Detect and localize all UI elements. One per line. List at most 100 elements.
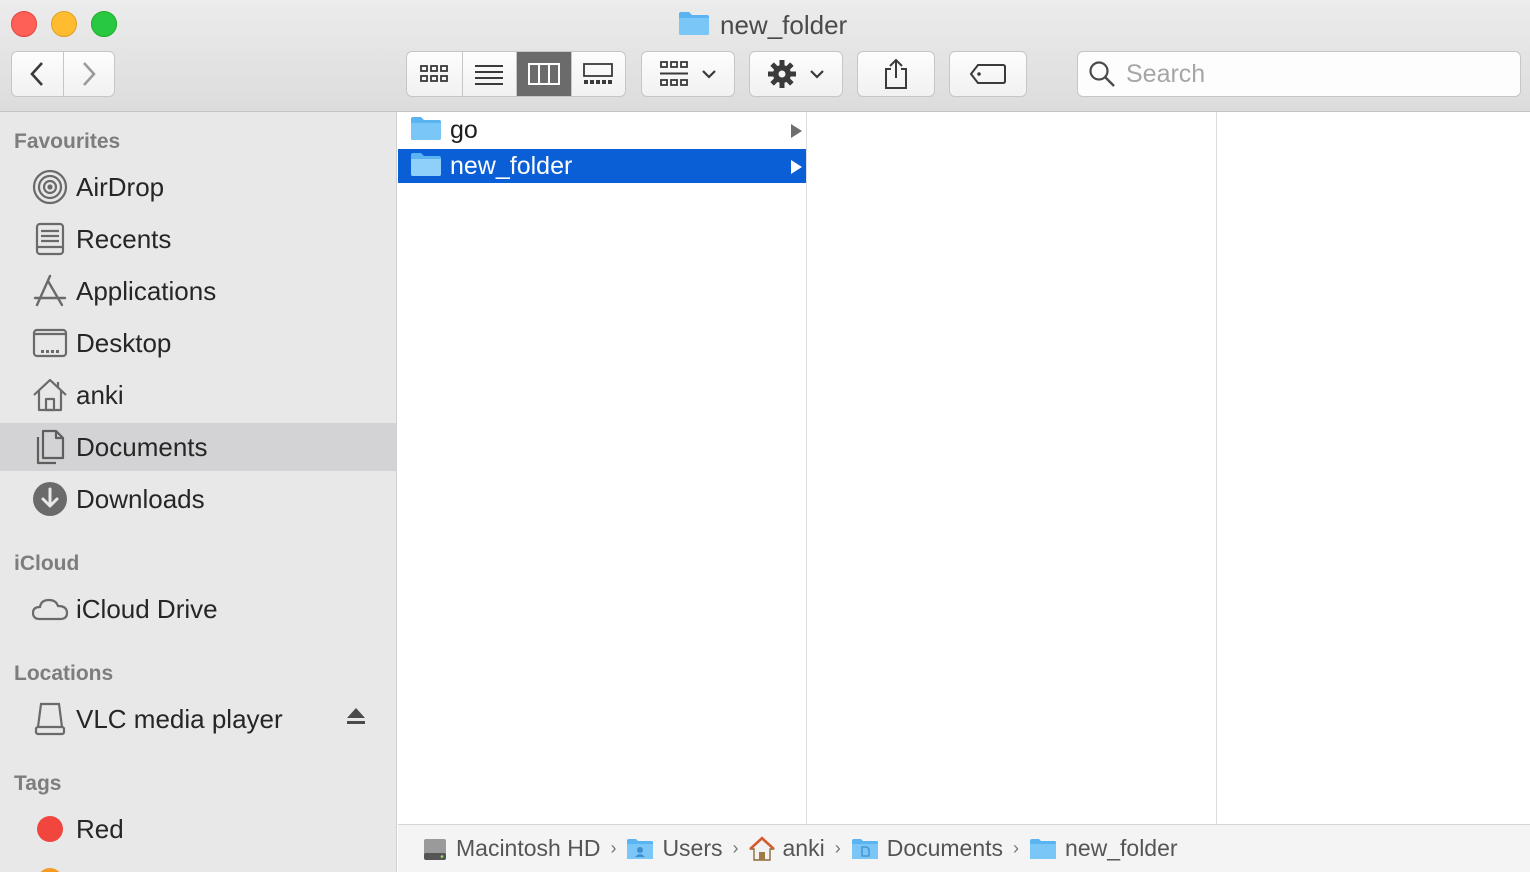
gallery-view-icon — [583, 63, 614, 84]
path-separator-icon: › — [1013, 838, 1020, 858]
path-item-label: Macintosh HD — [456, 835, 601, 861]
path-item-label: new_folder — [1065, 835, 1178, 861]
sidebar-item-recents[interactable]: Recents — [0, 215, 396, 263]
list-view-button[interactable] — [461, 52, 517, 96]
sidebar-item-label: iCloud Drive — [76, 593, 218, 624]
sidebar-item-tag-orange[interactable] — [0, 857, 396, 872]
sidebar-item-downloads[interactable]: Downloads — [0, 475, 396, 523]
sidebar-section-favourites: Favourites — [14, 130, 121, 153]
path-separator-icon: › — [610, 838, 617, 858]
sidebar-item-icloud-drive[interactable]: iCloud Drive — [0, 585, 396, 633]
chevron-down-icon — [702, 70, 716, 79]
list-view-icon — [475, 65, 504, 85]
path-item-label: Users — [662, 835, 723, 861]
users-folder-icon — [627, 838, 654, 859]
path-item-label: anki — [782, 835, 825, 861]
path-bar: Macintosh HD › Users › anki › Documents … — [398, 824, 1530, 872]
edit-tags-button[interactable] — [949, 51, 1027, 97]
orange-tag-dot-icon — [37, 868, 63, 872]
action-menu-button[interactable] — [749, 51, 843, 97]
icon-view-button[interactable] — [407, 52, 462, 96]
browser-column-1[interactable]: go new_folder — [398, 112, 807, 824]
column-view-button[interactable] — [516, 52, 571, 96]
disclosure-triangle-icon — [791, 124, 802, 138]
sidebar-item-desktop[interactable]: Desktop — [0, 319, 396, 367]
sidebar: Favourites AirDrop Recents Applications — [0, 112, 397, 872]
applications-icon — [32, 273, 68, 309]
sidebar-item-label: VLC media player — [76, 703, 283, 734]
home-icon — [32, 377, 68, 413]
sidebar-item-label: anki — [76, 379, 124, 410]
chevron-right-icon — [83, 62, 96, 86]
share-icon — [885, 58, 907, 89]
view-mode-group — [406, 51, 626, 97]
icon-view-icon — [420, 65, 449, 82]
browser-column-2[interactable] — [808, 112, 1217, 824]
group-icon — [660, 61, 688, 86]
sidebar-section-locations: Locations — [14, 662, 114, 685]
title-toolbar: new_folder — [0, 0, 1530, 112]
folder-icon — [410, 115, 442, 146]
eject-icon — [347, 708, 365, 724]
folder-name: go — [450, 115, 478, 144]
path-item-anki[interactable]: anki — [748, 835, 825, 862]
sidebar-item-label: AirDrop — [76, 171, 165, 202]
chevron-down-icon — [810, 70, 824, 79]
folder-icon — [410, 151, 442, 182]
sidebar-item-label: Desktop — [76, 327, 172, 358]
sidebar-item-applications[interactable]: Applications — [0, 267, 396, 315]
window-title-text: new_folder — [720, 9, 848, 40]
airdrop-icon — [32, 169, 68, 205]
path-item-macintosh-hd[interactable]: Macintosh HD — [422, 835, 600, 862]
sidebar-item-anki[interactable]: anki — [0, 371, 396, 419]
sidebar-item-label: Applications — [76, 275, 217, 306]
share-button[interactable] — [857, 51, 935, 97]
sidebar-item-label: Downloads — [76, 483, 205, 514]
minimize-window-button[interactable] — [51, 11, 77, 37]
recents-icon — [32, 221, 68, 257]
window-title: new_folder — [678, 8, 847, 42]
sidebar-section-icloud: iCloud — [14, 552, 80, 575]
sidebar-item-label: Recents — [76, 223, 172, 254]
documents-icon — [32, 429, 68, 465]
downloads-icon — [32, 481, 68, 517]
back-forward-group — [11, 51, 115, 97]
tag-icon — [969, 64, 1006, 84]
eject-button[interactable] — [345, 705, 367, 732]
sidebar-item-tag-red[interactable]: Red — [0, 805, 396, 853]
sidebar-item-airdrop[interactable]: AirDrop — [0, 163, 396, 211]
folder-icon — [678, 10, 710, 41]
gallery-view-button[interactable] — [570, 52, 626, 96]
forward-button[interactable] — [62, 52, 114, 96]
close-window-button[interactable] — [11, 11, 37, 37]
folder-row-new-folder[interactable]: new_folder — [398, 149, 806, 183]
sidebar-section-tags: Tags — [14, 772, 62, 795]
cloud-icon — [32, 591, 68, 627]
folder-row-go[interactable]: go — [398, 113, 806, 147]
documents-folder-icon — [851, 838, 878, 859]
browser-column-3[interactable] — [1218, 112, 1530, 824]
desktop-icon — [32, 325, 68, 361]
disk-icon — [32, 701, 68, 737]
back-button[interactable] — [12, 52, 63, 96]
path-item-label: Documents — [886, 835, 1004, 861]
chevron-left-icon — [30, 62, 44, 86]
disclosure-triangle-icon — [791, 160, 802, 174]
sidebar-item-label: Red — [76, 813, 124, 844]
gear-icon — [768, 60, 796, 88]
zoom-window-button[interactable] — [91, 11, 117, 37]
folder-name: new_folder — [450, 151, 573, 180]
path-item-users[interactable]: Users — [626, 835, 723, 862]
path-separator-icon: › — [834, 838, 841, 858]
search-input[interactable] — [1126, 59, 1506, 89]
group-by-button[interactable] — [641, 51, 735, 97]
home-icon — [748, 835, 775, 861]
sidebar-item-label: Documents — [76, 431, 208, 462]
sidebar-item-vlc-media-player[interactable]: VLC media player — [0, 695, 396, 743]
path-separator-icon: › — [732, 838, 739, 858]
path-item-documents[interactable]: Documents — [851, 835, 1003, 862]
path-item-new-folder[interactable]: new_folder — [1029, 835, 1178, 862]
column-view-icon — [527, 63, 560, 85]
sidebar-item-documents[interactable]: Documents — [0, 423, 396, 471]
search-field[interactable] — [1077, 51, 1521, 97]
